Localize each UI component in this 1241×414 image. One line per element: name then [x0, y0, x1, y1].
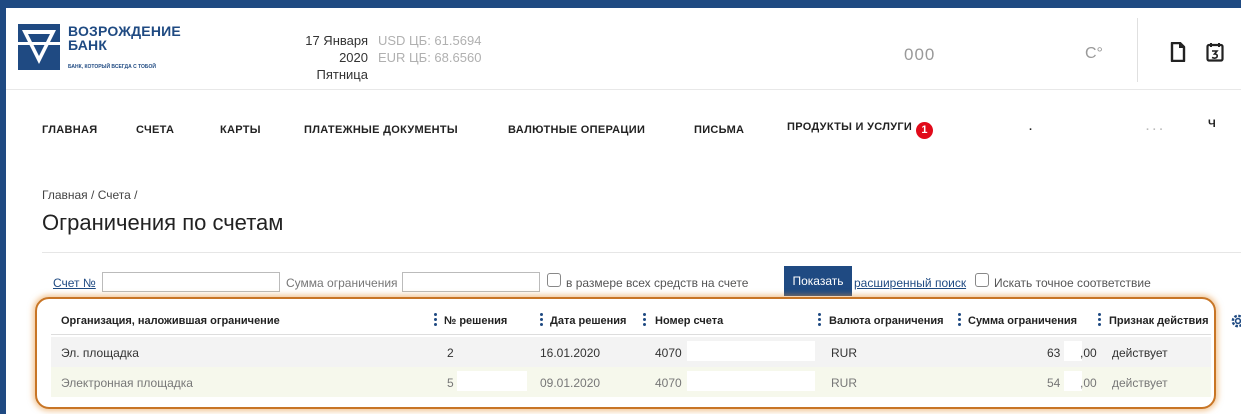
filter-bar: Счет № Сумма ограничения в размере всех … [6, 266, 1241, 296]
exact-match-label: Искать точное соответствие [994, 276, 1151, 290]
cell-status: действует [1112, 346, 1168, 360]
usd-rate: USD ЦБ: 61.5694 [378, 33, 482, 48]
nav-item-payment-docs[interactable]: ПЛАТЕЖНЫЕ ДОКУМЕНТЫ [304, 124, 458, 136]
column-resize-handle[interactable] [434, 313, 437, 327]
bank-app-window: ВОЗРОЖДЕНИЕ БАНК БАНК, КОТОРЫЙ ВСЕГДА С … [6, 8, 1241, 414]
column-resize-handle[interactable] [643, 313, 646, 327]
column-resize-handle[interactable] [540, 313, 543, 327]
page-title: Ограничения по счетам [42, 210, 284, 235]
cell-decision-number: 5 [447, 376, 454, 390]
amount-input[interactable] [402, 272, 540, 292]
decision-redaction [457, 371, 527, 391]
document-icon[interactable] [1170, 41, 1186, 67]
notification-badge: 1 [916, 122, 934, 139]
nav-trailing-fragment: Ч [1208, 118, 1216, 130]
restrictions-table: Организация, наложившая ограничение № ре… [35, 297, 1216, 409]
nav-item-products[interactable]: ПРОДУКТЫ И УСЛУГИ 1 [787, 121, 934, 139]
advanced-search-link[interactable]: расширенный поиск [854, 276, 966, 290]
cell-amount: 63 [1047, 346, 1061, 360]
cell-account-number: 4070 [655, 376, 682, 390]
column-resize-handle[interactable] [958, 313, 961, 327]
header: ВОЗРОЖДЕНИЕ БАНК БАНК, КОТОРЫЙ ВСЕГДА С … [6, 8, 1241, 90]
bank-name-line1: ВОЗРОЖДЕНИЕ [68, 23, 181, 39]
nav-dots-faded: · · · [1146, 124, 1164, 136]
bank-logo[interactable]: ВОЗРОЖДЕНИЕ БАНК БАНК, КОТОРЫЙ ВСЕГДА С … [18, 24, 193, 84]
account-number-input[interactable] [102, 272, 280, 292]
col-decision-date[interactable]: Дата решения [550, 315, 626, 327]
col-account-number[interactable]: Номер счета [655, 315, 723, 327]
cell-currency: RUR [831, 376, 857, 390]
nav-item-cards[interactable]: КАРТЫ [220, 124, 261, 136]
main-nav: ГЛАВНАЯ СЧЕТА КАРТЫ ПЛАТЕЖНЫЕ ДОКУМЕНТЫ … [6, 118, 1241, 148]
breadcrumb-home[interactable]: Главная [42, 188, 88, 202]
nav-item-accounts[interactable]: СЧЕТА [136, 124, 174, 136]
nav-item-currency-ops[interactable]: ВАЛЮТНЫЕ ОПЕРАЦИИ [508, 124, 645, 136]
col-status[interactable]: Признак действия [1109, 315, 1211, 327]
bank-tagline: БАНК, КОТОРЫЙ ВСЕГДА С ТОБОЙ [68, 64, 156, 70]
column-resize-handle[interactable] [1098, 313, 1101, 327]
table-row[interactable]: Электронная площадка 5 09.01.2020 4070 R… [51, 367, 1211, 397]
cell-account-number: 4070 [655, 346, 682, 360]
date-block: 17 Января 2020 Пятница [276, 32, 368, 83]
exchange-rates: USD ЦБ: 61.5694 EUR ЦБ: 68.6560 [378, 32, 481, 66]
breadcrumb-separator: / [91, 188, 95, 202]
cell-decision-date: 09.01.2020 [540, 376, 601, 390]
header-divider [1137, 18, 1138, 82]
cell-organization: Эл. площадка [61, 346, 139, 360]
col-organization[interactable]: Организация, наложившая ограничение [61, 315, 280, 327]
col-currency[interactable]: Валюта ограничения [829, 315, 944, 327]
col-decision-number[interactable]: № решения [444, 315, 507, 327]
cell-amount-cents: ,00 [1080, 376, 1097, 390]
breadcrumb: Главная / Счета / [42, 188, 138, 202]
nav-item-home[interactable]: ГЛАВНАЯ [42, 124, 97, 136]
breadcrumb-accounts[interactable]: Счета [98, 188, 131, 202]
account-redaction [687, 341, 815, 361]
account-redaction [687, 371, 815, 391]
nav-item-letters[interactable]: ПИСЬМА [694, 124, 744, 136]
cell-organization: Электронная площадка [61, 376, 193, 390]
header-code: 000 [904, 45, 936, 64]
all-funds-label: в размере всех средств на счете [566, 276, 749, 290]
all-funds-checkbox[interactable] [547, 273, 561, 287]
bank-logo-icon [18, 24, 60, 70]
title-divider [42, 252, 1241, 253]
current-date: 17 Января 2020 [305, 33, 368, 65]
col-amount[interactable]: Сумма ограничения [968, 315, 1077, 327]
cell-decision-date: 16.01.2020 [540, 346, 601, 360]
cell-amount-cents: ,00 [1080, 346, 1097, 360]
bank-name-line2: БАНК [68, 37, 108, 53]
calendar-icon[interactable] [1206, 42, 1224, 67]
temperature-readout: C° [1085, 45, 1103, 62]
nav-item-products-label: ПРОДУКТЫ И УСЛУГИ [787, 121, 913, 133]
cell-amount: 54 [1047, 376, 1061, 390]
table-row[interactable]: Эл. площадка 2 16.01.2020 4070 RUR 63 ,0… [51, 337, 1211, 367]
breadcrumb-separator: / [134, 188, 138, 202]
nav-dot: · [1029, 124, 1033, 136]
show-button[interactable]: Показать [784, 266, 852, 296]
eur-rate: EUR ЦБ: 68.6560 [378, 50, 482, 65]
current-weekday: Пятница [316, 67, 368, 82]
column-resize-handle[interactable] [818, 313, 821, 327]
account-number-label[interactable]: Счет № [53, 276, 96, 290]
cell-currency: RUR [831, 346, 857, 360]
gear-icon[interactable] [1230, 313, 1241, 334]
cell-decision-number: 2 [447, 346, 454, 360]
table-header: Организация, наложившая ограничение № ре… [51, 307, 1211, 335]
exact-match-checkbox[interactable] [975, 273, 989, 287]
cell-status: действует [1112, 376, 1168, 390]
amount-label: Сумма ограничения [286, 276, 398, 290]
